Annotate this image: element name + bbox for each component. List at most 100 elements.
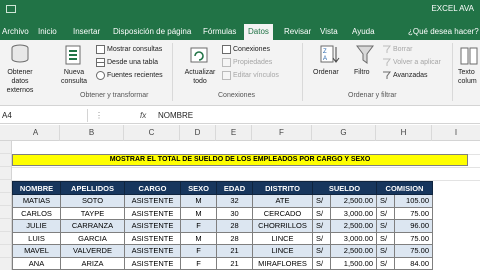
formula-input[interactable]: NOMBRE (158, 109, 193, 122)
cell[interactable]: 21 (216, 244, 253, 258)
cell[interactable]: 30 (216, 206, 253, 220)
cell[interactable]: GARCIA (60, 231, 125, 245)
cell[interactable]: 105.00 (394, 194, 433, 208)
currency-cell[interactable]: S/ (312, 256, 331, 270)
header-comision[interactable]: COMISION (376, 181, 433, 195)
currency-cell[interactable]: S/ (376, 206, 395, 220)
header-sueldo[interactable]: SUELDO (312, 181, 377, 195)
header-distrito[interactable]: DISTRITO (252, 181, 313, 195)
column-header[interactable]: A (12, 125, 60, 141)
row-header[interactable] (0, 206, 12, 219)
cell[interactable]: LINCE (252, 231, 313, 245)
cell[interactable]: 28 (216, 231, 253, 245)
header-edad[interactable]: EDAD (216, 181, 253, 195)
cell[interactable]: 75.00 (394, 231, 433, 245)
header-sexo[interactable]: SEXO (180, 181, 217, 195)
cell[interactable]: 32 (216, 194, 253, 208)
cell[interactable]: ATE (252, 194, 313, 208)
column-header[interactable]: I (432, 125, 480, 141)
tell-me-search[interactable]: ¿Qué desea hacer? (408, 24, 479, 40)
cell[interactable]: 2,500.00 (330, 219, 377, 233)
row-header[interactable] (0, 167, 12, 180)
cell[interactable]: 96.00 (394, 219, 433, 233)
connections-button[interactable]: Conexiones (233, 45, 270, 54)
from-table-button[interactable]: Desde una tabla (107, 58, 158, 67)
row-header[interactable] (0, 258, 12, 270)
currency-cell[interactable]: S/ (376, 256, 395, 270)
cell[interactable]: CHORRILLOS (252, 219, 313, 233)
cell[interactable]: M (180, 194, 217, 208)
refresh-all-button[interactable]: Actualizar todo (180, 68, 220, 86)
currency-cell[interactable]: S/ (376, 244, 395, 258)
currency-cell[interactable]: S/ (376, 219, 395, 233)
cell[interactable]: 75.00 (394, 244, 433, 258)
cell[interactable]: ANA (12, 256, 61, 270)
column-header[interactable]: E (216, 125, 252, 141)
cell[interactable]: ASISTENTE (124, 219, 181, 233)
cell[interactable]: 2,500.00 (330, 244, 377, 258)
column-header[interactable]: F (252, 125, 312, 141)
cell[interactable]: 75.00 (394, 206, 433, 220)
filter-button[interactable]: Filtro (354, 68, 370, 77)
cell[interactable]: F (180, 256, 217, 270)
name-box[interactable]: A4 (0, 109, 88, 122)
cell[interactable]: CARRANZA (60, 219, 125, 233)
cell[interactable]: F (180, 244, 217, 258)
currency-cell[interactable]: S/ (312, 206, 331, 220)
clear-button[interactable]: Borrar (393, 45, 412, 54)
tab-archivo[interactable]: Archivo (2, 24, 29, 40)
cell[interactable]: VALVERDE (60, 244, 125, 258)
more-icon[interactable]: ⋮ (95, 109, 103, 122)
header-nombre[interactable]: NOMBRE (12, 181, 61, 195)
cell[interactable]: LINCE (252, 244, 313, 258)
cell[interactable]: 1,500.00 (330, 256, 377, 270)
header-apellidos[interactable]: APELLIDOS (60, 181, 125, 195)
currency-cell[interactable]: S/ (312, 244, 331, 258)
tab-insertar[interactable]: Insertar (73, 24, 100, 40)
cell[interactable]: ARIZA (60, 256, 125, 270)
new-query-button[interactable]: Nueva consulta (56, 68, 92, 86)
column-header[interactable]: H (376, 125, 432, 141)
row-header[interactable] (0, 141, 12, 154)
cell[interactable]: 3,000.00 (330, 231, 377, 245)
column-header[interactable]: C (124, 125, 180, 141)
currency-cell[interactable]: S/ (312, 231, 331, 245)
reapply-button[interactable]: Volver a aplicar (393, 58, 441, 67)
row-header[interactable] (0, 232, 12, 245)
advanced-button[interactable]: Avanzadas (393, 71, 428, 80)
get-data-button[interactable]: Obtener datos externos (0, 68, 40, 95)
cell[interactable]: SOTO (60, 194, 125, 208)
quick-access-icon[interactable] (6, 5, 16, 13)
show-queries-button[interactable]: Mostrar consultas (107, 45, 162, 54)
cell[interactable]: LUIS (12, 231, 61, 245)
tab-revisar[interactable]: Revisar (284, 24, 311, 40)
recent-sources-button[interactable]: Fuentes recientes (107, 71, 163, 80)
cell[interactable]: 28 (216, 219, 253, 233)
currency-cell[interactable]: S/ (312, 219, 331, 233)
column-header[interactable]: G (312, 125, 376, 141)
row-header[interactable] (0, 219, 12, 232)
fx-icon[interactable]: fx (140, 109, 146, 122)
cell[interactable]: ASISTENTE (124, 194, 181, 208)
cell[interactable]: MIRAFLORES (252, 256, 313, 270)
cell[interactable]: ASISTENTE (124, 231, 181, 245)
cell[interactable]: ASISTENTE (124, 206, 181, 220)
cell[interactable]: MAVEL (12, 244, 61, 258)
cell[interactable]: 2,500.00 (330, 194, 377, 208)
cell[interactable]: CERCADO (252, 206, 313, 220)
tab-datos[interactable]: Datos (244, 24, 273, 40)
sheet-title-cell[interactable]: MOSTRAR EL TOTAL DE SUELDO DE LOS EMPLEA… (12, 154, 468, 166)
cell[interactable]: M (180, 206, 217, 220)
text-to-columns-button[interactable]: Texto colum (458, 68, 480, 86)
properties-button[interactable]: Propiedades (233, 58, 272, 67)
edit-links-button[interactable]: Editar vínculos (233, 71, 279, 80)
cell[interactable]: ASISTENTE (124, 256, 181, 270)
cell[interactable]: 3,000.00 (330, 206, 377, 220)
cell[interactable]: F (180, 219, 217, 233)
tab-vista[interactable]: Vista (320, 24, 338, 40)
row-header[interactable] (0, 245, 12, 258)
row-header[interactable] (0, 154, 12, 167)
column-header[interactable]: D (180, 125, 216, 141)
cell[interactable]: ASISTENTE (124, 244, 181, 258)
cell[interactable]: MATIAS (12, 194, 61, 208)
